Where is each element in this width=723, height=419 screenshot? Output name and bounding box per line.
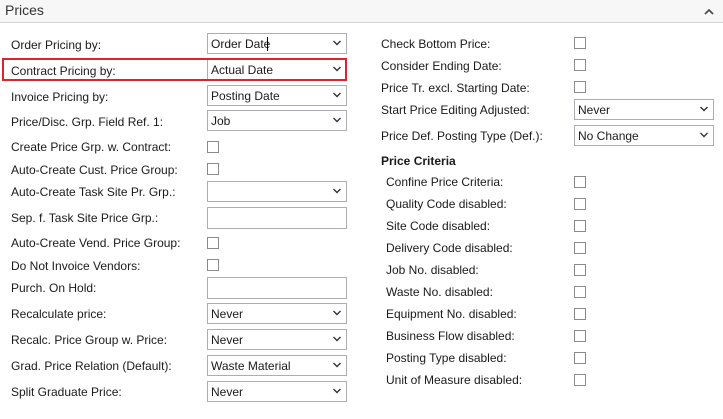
label-check-bottom-price: Check Bottom Price: bbox=[381, 37, 491, 51]
check-bottom-price-checkbox[interactable] bbox=[574, 37, 586, 49]
label-order-pricing: Order Pricing by: bbox=[11, 38, 102, 52]
section-title: Prices bbox=[5, 2, 44, 18]
label-create-price-grp-contract: Create Price Grp. w. Contract: bbox=[11, 140, 172, 154]
auto-create-vend-price-group-checkbox[interactable] bbox=[207, 237, 219, 249]
label-invoice-pricing: Invoice Pricing by: bbox=[11, 90, 109, 104]
chevron-down-icon bbox=[333, 117, 341, 123]
auto-create-task-site-select[interactable] bbox=[207, 181, 347, 202]
split-graduate-price-select[interactable]: Never bbox=[207, 381, 347, 402]
label-contract-pricing: Contract Pricing by: bbox=[11, 64, 116, 78]
contract-pricing-value: Actual Date bbox=[211, 63, 274, 77]
recalculate-price-value: Never bbox=[211, 307, 244, 321]
label-quality-code-disabled: Quality Code disabled: bbox=[386, 197, 507, 211]
consider-ending-date-checkbox[interactable] bbox=[574, 59, 586, 71]
split-graduate-price-value: Never bbox=[211, 385, 244, 399]
label-recalculate-price: Recalculate price: bbox=[11, 307, 107, 321]
chevron-down-icon bbox=[333, 40, 341, 46]
label-confine-price-criteria: Confine Price Criteria: bbox=[386, 175, 504, 189]
recalc-price-group-select[interactable]: Never bbox=[207, 329, 347, 350]
sep-task-site-input[interactable] bbox=[207, 207, 347, 229]
label-recalc-price-group: Recalc. Price Group w. Price: bbox=[11, 333, 168, 347]
chevron-down-icon bbox=[700, 132, 708, 138]
label-job-no-disabled: Job No. disabled: bbox=[386, 263, 479, 277]
recalc-price-group-value: Never bbox=[211, 333, 244, 347]
start-price-editing-select[interactable]: Never bbox=[574, 99, 714, 120]
price-tr-excl-starting-checkbox[interactable] bbox=[574, 81, 586, 93]
delivery-code-disabled-checkbox[interactable] bbox=[574, 242, 586, 254]
price-def-posting-type-value: No Change bbox=[578, 129, 639, 143]
start-price-editing-value: Never bbox=[578, 103, 611, 117]
grad-price-relation-select[interactable]: Waste Material bbox=[207, 355, 347, 376]
recalculate-price-select[interactable]: Never bbox=[207, 303, 347, 324]
unit-of-measure-disabled-checkbox[interactable] bbox=[574, 374, 586, 386]
label-auto-create-task-site: Auto-Create Task Site Pr. Grp.: bbox=[11, 185, 176, 199]
site-code-disabled-checkbox[interactable] bbox=[574, 220, 586, 232]
quality-code-disabled-checkbox[interactable] bbox=[574, 198, 586, 210]
label-purch-on-hold: Purch. On Hold: bbox=[11, 281, 97, 295]
chevron-down-icon bbox=[333, 336, 341, 342]
invoice-pricing-value: Posting Date bbox=[211, 89, 280, 103]
purch-on-hold-input[interactable] bbox=[207, 277, 347, 299]
posting-type-disabled-checkbox[interactable] bbox=[574, 352, 586, 364]
waste-no-disabled-checkbox[interactable] bbox=[574, 286, 586, 298]
label-waste-no-disabled: Waste No. disabled: bbox=[386, 285, 493, 299]
auto-create-cust-price-group-checkbox[interactable] bbox=[207, 163, 219, 175]
equipment-no-disabled-checkbox[interactable] bbox=[574, 308, 586, 320]
price-disc-field-ref-select[interactable]: Job bbox=[207, 110, 347, 131]
label-equipment-no-disabled: Equipment No. disabled: bbox=[386, 307, 517, 321]
chevron-down-icon bbox=[333, 66, 341, 72]
label-posting-type-disabled: Posting Type disabled: bbox=[386, 351, 507, 365]
label-price-def-posting-type: Price Def. Posting Type (Def.): bbox=[381, 129, 543, 143]
label-delivery-code-disabled: Delivery Code disabled: bbox=[386, 241, 513, 255]
label-sep-task-site: Sep. f. Task Site Price Grp.: bbox=[11, 211, 159, 225]
do-not-invoice-vendors-checkbox[interactable] bbox=[207, 259, 219, 271]
job-no-disabled-checkbox[interactable] bbox=[574, 264, 586, 276]
chevron-down-icon bbox=[333, 310, 341, 316]
label-price-tr-excl-starting: Price Tr. excl. Starting Date: bbox=[381, 81, 530, 95]
label-price-disc-field-ref: Price/Disc. Grp. Field Ref. 1: bbox=[11, 115, 164, 129]
contract-pricing-select[interactable]: Actual Date bbox=[207, 59, 347, 80]
label-business-flow-disabled: Business Flow disabled: bbox=[386, 329, 515, 343]
grad-price-relation-value: Waste Material bbox=[211, 359, 291, 373]
label-split-graduate-price: Split Graduate Price: bbox=[11, 385, 122, 399]
label-consider-ending-date: Consider Ending Date: bbox=[381, 59, 502, 73]
create-price-grp-contract-checkbox[interactable] bbox=[207, 141, 219, 153]
chevron-down-icon bbox=[333, 92, 341, 98]
invoice-pricing-select[interactable]: Posting Date bbox=[207, 85, 347, 106]
chevron-down-icon bbox=[333, 362, 341, 368]
label-site-code-disabled: Site Code disabled: bbox=[386, 219, 491, 233]
business-flow-disabled-checkbox[interactable] bbox=[574, 330, 586, 342]
chevron-down-icon bbox=[333, 388, 341, 394]
text-cursor bbox=[267, 37, 268, 51]
section-header[interactable]: Prices bbox=[0, 0, 723, 23]
chevron-down-icon bbox=[700, 106, 708, 112]
order-pricing-value: Order Date bbox=[211, 37, 271, 51]
confine-price-criteria-checkbox[interactable] bbox=[574, 176, 586, 188]
price-def-posting-type-select[interactable]: No Change bbox=[574, 125, 714, 146]
order-pricing-select[interactable]: Order Date bbox=[207, 33, 347, 54]
chevron-down-icon bbox=[333, 188, 341, 194]
chevron-up-icon[interactable] bbox=[703, 5, 715, 17]
label-auto-create-cust-price-group: Auto-Create Cust. Price Group: bbox=[11, 163, 178, 177]
label-grad-price-relation: Grad. Price Relation (Default): bbox=[11, 359, 172, 373]
label-start-price-editing: Start Price Editing Adjusted: bbox=[381, 103, 530, 117]
price-criteria-heading: Price Criteria bbox=[381, 154, 456, 168]
label-auto-create-vend-price-group: Auto-Create Vend. Price Group: bbox=[11, 236, 181, 250]
price-disc-field-ref-value: Job bbox=[211, 114, 231, 128]
label-unit-of-measure-disabled: Unit of Measure disabled: bbox=[386, 373, 523, 387]
label-do-not-invoice-vendors: Do Not Invoice Vendors: bbox=[11, 259, 141, 273]
